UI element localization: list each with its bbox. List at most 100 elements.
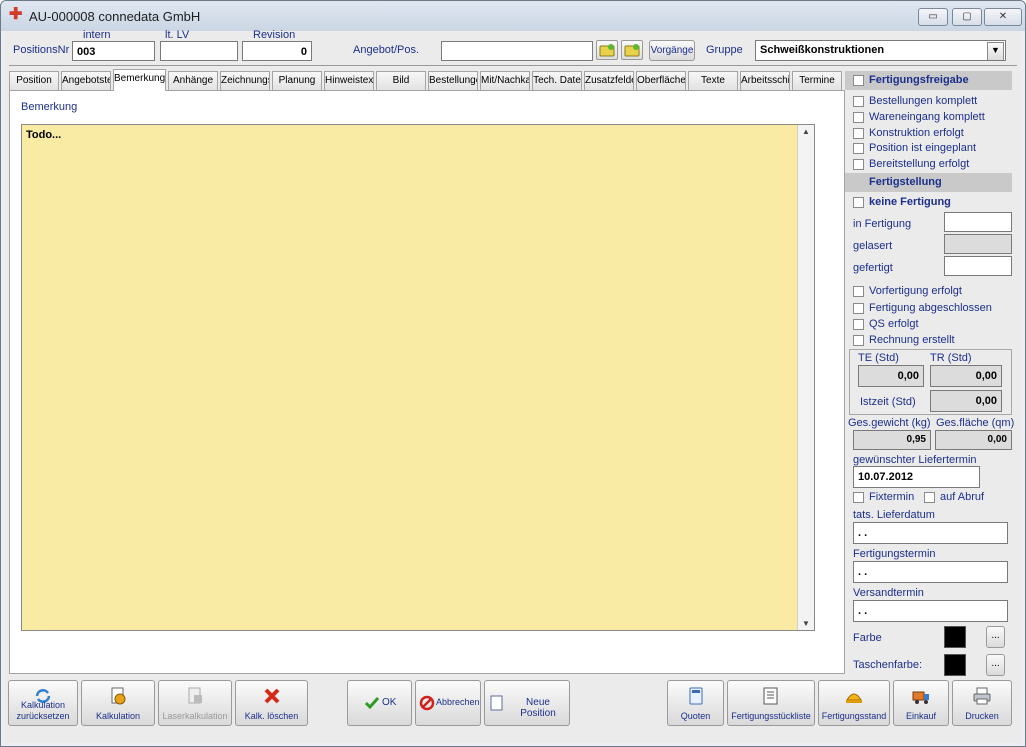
tab-angebotstext[interactable]: Angebotste: [61, 71, 111, 90]
fertigungsfreigabe-title: Fertigungsfreigabe: [869, 74, 969, 86]
tab-planung[interactable]: Planung: [272, 71, 322, 90]
gefertigt-field[interactable]: [944, 256, 1012, 276]
fertigung-abgeschlossen-checkbox[interactable]: [853, 303, 864, 314]
tab-position[interactable]: Position: [9, 71, 59, 90]
revision-field[interactable]: 0: [242, 41, 312, 61]
laser-document-icon: [188, 687, 202, 704]
taschenfarbe-label: Taschenfarbe:: [853, 659, 923, 671]
tab-termine[interactable]: Termine: [792, 71, 842, 90]
delete-x-icon: [264, 688, 279, 704]
versandtermin-field[interactable]: . .: [853, 600, 1008, 622]
tab-texte[interactable]: Texte: [688, 71, 738, 90]
window-title: AU-000008 connedata GmbH: [29, 9, 201, 24]
chevron-down-icon[interactable]: ▼: [987, 42, 1004, 60]
angebot-field[interactable]: [441, 41, 593, 61]
kalkulation-button[interactable]: Kalkulation: [81, 680, 155, 726]
position-eingeplant-checkbox[interactable]: [853, 143, 864, 154]
wareneingang-komplett-label: Wareneingang komplett: [869, 111, 985, 123]
quoten-label: Quoten: [680, 711, 711, 721]
kalkulation-zuruecksetzen-button[interactable]: Kalkulation zurücksetzen: [8, 680, 78, 726]
kalk-loeschen-button[interactable]: Kalk. löschen: [235, 680, 308, 726]
tab-bestellungen[interactable]: Bestellunge: [428, 71, 478, 90]
fertigungstermin-label: Fertigungstermin: [853, 548, 936, 560]
taschenfarbe-picker-button[interactable]: ...: [986, 654, 1005, 676]
tab-anhaenge[interactable]: Anhänge: [168, 71, 218, 90]
gruppe-value: Schweißkonstruktionen: [760, 44, 885, 56]
farbe-picker-button[interactable]: ...: [986, 626, 1005, 648]
angebot-lookup-button[interactable]: [596, 40, 618, 60]
tab-bemerkung[interactable]: Bemerkung: [113, 69, 166, 91]
keine-fertigung-checkbox[interactable]: [853, 197, 864, 208]
bereitstellung-erfolgt-checkbox[interactable]: [853, 159, 864, 170]
position-eingeplant-label: Position ist eingeplant: [869, 142, 977, 154]
client-area: intern lt. LV Revision PositionsNr 003 0…: [5, 29, 1021, 743]
laserkalkulation-button[interactable]: Laserkalkulation: [158, 680, 232, 726]
title-bar[interactable]: ✚ AU-000008 connedata GmbH ▭ ▢ ✕: [1, 1, 1025, 31]
farbe-swatch[interactable]: [944, 626, 966, 648]
liefertermin-label: gewünschter Liefertermin: [853, 454, 977, 466]
tab-bild[interactable]: Bild: [376, 71, 426, 90]
intern-field[interactable]: [160, 41, 238, 61]
in-fertigung-label: in Fertigung: [853, 218, 912, 230]
bestellungen-komplett-checkbox[interactable]: [853, 96, 864, 107]
fertigungsstueckliste-button[interactable]: Fertigungsstückliste: [727, 680, 815, 726]
abbrechen-button[interactable]: Abbrechen: [415, 680, 481, 726]
cancel-icon: [419, 695, 435, 711]
tab-oberflaeche[interactable]: Oberfläche: [636, 71, 686, 90]
konstruktion-erfolgt-checkbox[interactable]: [853, 128, 864, 139]
rechnung-erstellt-label: Rechnung erstellt: [869, 334, 955, 346]
tab-zusatzfelder[interactable]: Zusatzfelde: [584, 71, 634, 90]
fertigungsstand-button[interactable]: Fertigungsstand: [818, 680, 890, 726]
wareneingang-komplett-checkbox[interactable]: [853, 112, 864, 123]
document-calc-icon: [111, 687, 126, 705]
ok-button[interactable]: OK: [347, 680, 412, 726]
keine-fertigung-label: keine Fertigung: [869, 196, 951, 208]
scroll-down-icon[interactable]: ▼: [802, 619, 810, 628]
maximize-button[interactable]: ▢: [952, 8, 982, 26]
fertigungsfreigabe-header: Fertigungsfreigabe: [845, 71, 1012, 90]
gelasert-field: [944, 234, 1012, 254]
fertigungsfreigabe-checkbox[interactable]: [853, 75, 864, 86]
quoten-button[interactable]: Quoten: [667, 680, 724, 726]
fertigungstermin-field[interactable]: . .: [853, 561, 1008, 583]
positionsnr-label: PositionsNr: [13, 44, 70, 56]
rechnung-erstellt-checkbox[interactable]: [853, 335, 864, 346]
tab-hinweistext[interactable]: Hinweistex: [324, 71, 374, 90]
positionsnr-field[interactable]: 003: [72, 41, 155, 61]
tab-zeichnungen[interactable]: Zeichnungs: [220, 71, 270, 90]
intern-label: intern: [83, 29, 111, 41]
tats-lieferdatum-field[interactable]: . .: [853, 522, 1008, 544]
vorgaenge-button[interactable]: Vorgänge: [649, 40, 695, 61]
folder-green-icon: [599, 44, 615, 57]
memo-scrollbar[interactable]: ▲ ▼: [797, 125, 814, 630]
kalkulation-zuruecksetzen-label: Kalkulation zurücksetzen: [16, 700, 70, 721]
taschenfarbe-swatch[interactable]: [944, 654, 966, 676]
gruppe-select[interactable]: Schweißkonstruktionen ▼: [755, 40, 1006, 61]
ltlv-label: lt. LV: [165, 29, 190, 41]
app-cross-icon: ✚: [9, 6, 23, 23]
qs-erfolgt-checkbox[interactable]: [853, 319, 864, 330]
tab-mit-nachkalkulation[interactable]: Mit/Nachka: [480, 71, 530, 90]
tab-arbeitsschritte[interactable]: Arbeitsschi: [740, 71, 790, 90]
liefertermin-field[interactable]: 10.07.2012: [853, 466, 980, 488]
vorfertigung-checkbox[interactable]: [853, 286, 864, 297]
in-fertigung-field[interactable]: [944, 212, 1012, 232]
hardhat-icon: [846, 693, 862, 703]
close-button[interactable]: ✕: [984, 8, 1022, 26]
kalk-loeschen-label: Kalk. löschen: [244, 711, 299, 721]
auf-abruf-checkbox[interactable]: [924, 492, 935, 503]
istzeit-label: Istzeit (Std): [860, 396, 916, 408]
gefertigt-label: gefertigt: [853, 262, 893, 274]
tab-tech-daten[interactable]: Tech. Date: [532, 71, 582, 90]
drucken-button[interactable]: Drucken: [952, 680, 1012, 726]
fixtermin-checkbox[interactable]: [853, 492, 864, 503]
bemerkung-memo[interactable]: Todo... ▲ ▼: [21, 124, 815, 631]
minimize-button[interactable]: ▭: [918, 8, 948, 26]
check-icon: [364, 697, 380, 710]
angebot-open-button[interactable]: [621, 40, 643, 60]
truck-icon: [912, 691, 929, 704]
angebot-label: Angebot/Pos.: [353, 44, 420, 56]
einkauf-button[interactable]: Einkauf: [893, 680, 949, 726]
neue-position-button[interactable]: Neue Position: [484, 680, 570, 726]
scroll-up-icon[interactable]: ▲: [802, 127, 810, 136]
